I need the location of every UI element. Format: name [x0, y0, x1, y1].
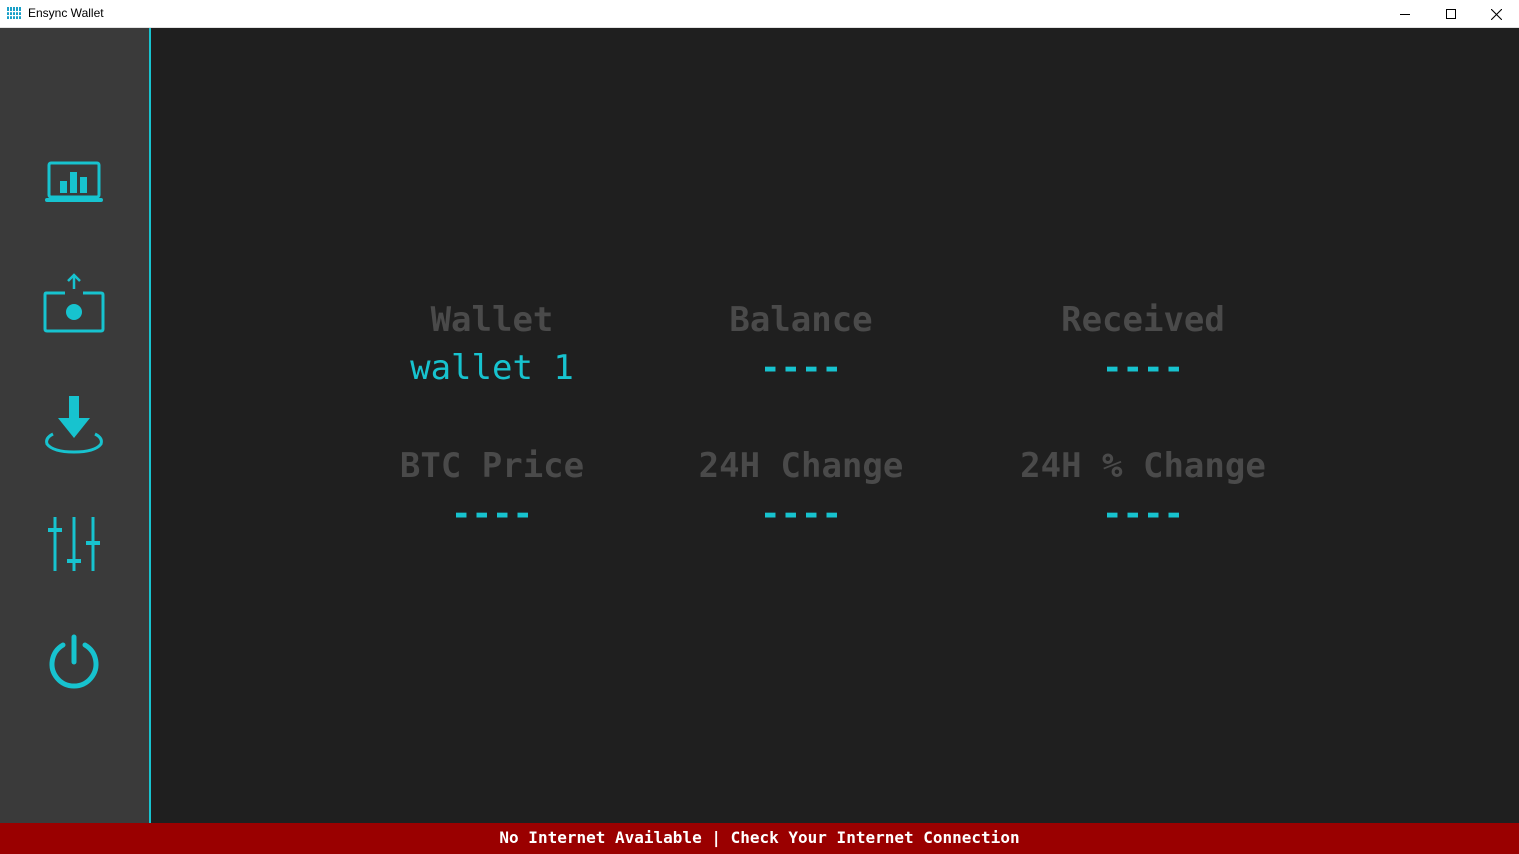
- close-icon: [1490, 8, 1502, 20]
- sidebar-item-dashboard[interactable]: [34, 144, 114, 224]
- 24h-pct-change-label: 24H % Change: [1020, 446, 1266, 486]
- btc-price-value: ----: [451, 494, 533, 534]
- connection-status-bar: No Internet Available | Check Your Inter…: [0, 823, 1519, 854]
- wallet-value: wallet 1: [410, 348, 574, 388]
- sidebar-item-power[interactable]: [34, 624, 114, 704]
- stat-received: Received ----: [963, 300, 1323, 388]
- 24h-pct-change-value: ----: [1102, 494, 1184, 534]
- sidebar-item-receive[interactable]: [34, 384, 114, 464]
- power-icon: [49, 634, 99, 689]
- close-button[interactable]: [1473, 0, 1519, 28]
- title-bar: Ensync Wallet: [0, 0, 1519, 28]
- stat-wallet: Wallet wallet 1: [312, 300, 672, 388]
- receive-download-icon: [45, 396, 103, 454]
- balance-label: Balance: [729, 300, 873, 340]
- minimize-icon: [1400, 14, 1410, 15]
- settings-sliders-icon: [48, 517, 100, 571]
- 24h-change-value: ----: [760, 494, 842, 534]
- received-value: ----: [1102, 348, 1184, 388]
- stat-24h-change: 24H Change ----: [621, 446, 981, 534]
- app-logo-icon: [7, 7, 21, 19]
- received-label: Received: [1061, 300, 1225, 340]
- window-title: Ensync Wallet: [28, 6, 104, 20]
- stat-balance: Balance ----: [621, 300, 981, 388]
- minimize-button[interactable]: [1382, 0, 1428, 28]
- btc-price-label: BTC Price: [399, 446, 585, 486]
- sidebar-item-send[interactable]: [34, 264, 114, 344]
- wallet-overview: Wallet wallet 1 Balance ---- Received --…: [151, 28, 1519, 823]
- sidebar-item-settings[interactable]: [34, 504, 114, 584]
- send-upload-icon: [43, 273, 105, 333]
- 24h-change-label: 24H Change: [698, 446, 904, 486]
- maximize-icon: [1446, 9, 1456, 19]
- sidebar: [0, 28, 149, 823]
- maximize-button[interactable]: [1428, 0, 1474, 28]
- stat-24h-pct-change: 24H % Change ----: [963, 446, 1323, 534]
- wallet-label: Wallet: [430, 300, 554, 340]
- stat-btc-price: BTC Price ----: [312, 446, 672, 534]
- dashboard-chart-icon: [45, 161, 103, 202]
- balance-value: ----: [760, 348, 842, 388]
